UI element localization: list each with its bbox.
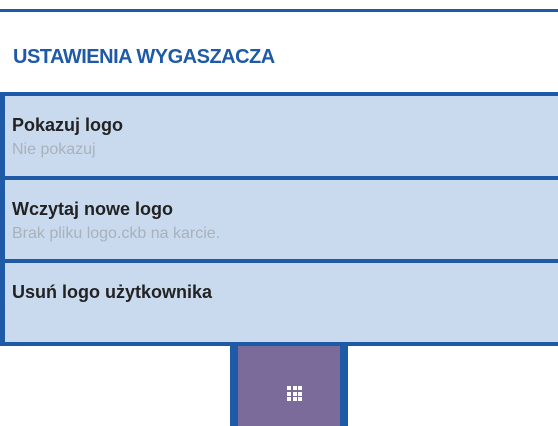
top-divider xyxy=(0,9,558,12)
grid-icon xyxy=(287,386,302,401)
menu-item-label: Wczytaj nowe logo xyxy=(12,199,174,219)
apps-menu-button[interactable] xyxy=(230,346,348,426)
menu-item-value: Brak pliku logo.ckb na karcie. xyxy=(12,225,221,242)
settings-menu: Pokazuj logo Nie pokazuj Wczytaj nowe lo… xyxy=(0,92,558,346)
menu-item-label: Pokazuj logo xyxy=(12,115,124,135)
menu-item-load-logo[interactable]: Wczytaj nowe logo Brak pliku logo.ckb na… xyxy=(0,180,558,263)
menu-item-delete-logo[interactable]: Usuń logo użytkownika xyxy=(0,263,558,346)
menu-item-value: Nie pokazuj xyxy=(12,141,96,158)
section-title: USTAWIENIA WYGASZACZA xyxy=(13,46,275,68)
menu-item-show-logo[interactable]: Pokazuj logo Nie pokazuj xyxy=(0,96,558,180)
menu-item-label: Usuń logo użytkownika xyxy=(12,282,213,302)
